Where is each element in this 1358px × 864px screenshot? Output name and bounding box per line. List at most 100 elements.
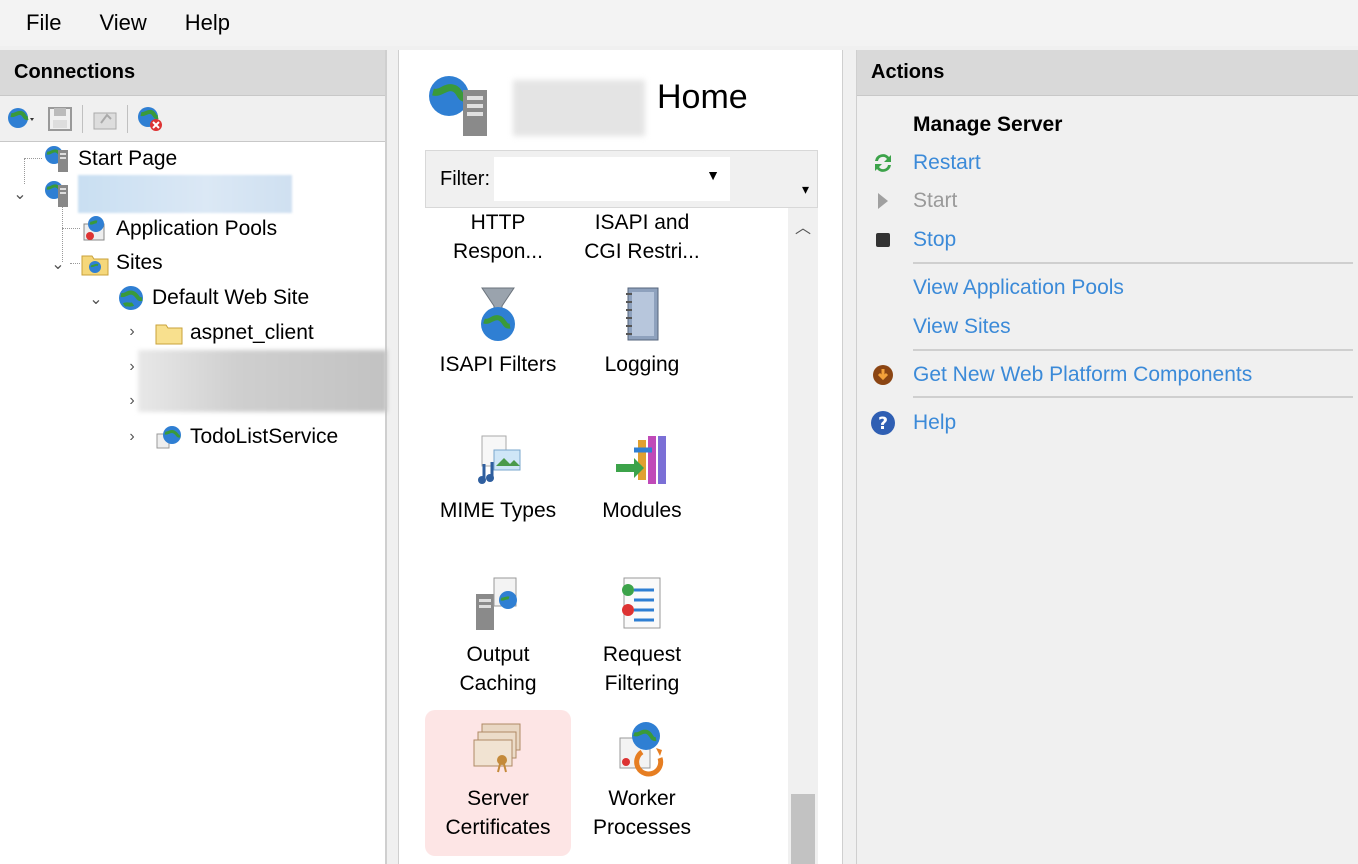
- feature-label: Request Filtering: [602, 643, 682, 695]
- tree-item-label: aspnet_client: [190, 321, 314, 344]
- filter-label: Filter:: [440, 167, 490, 190]
- feature-http-response[interactable]: HTTP Respon...: [425, 208, 571, 266]
- disconnect-icon[interactable]: [134, 103, 166, 135]
- collapse-chevron-icon[interactable]: ⌄: [88, 289, 104, 309]
- modules-icon: [616, 436, 666, 484]
- output-caching-icon: [476, 577, 517, 630]
- connections-header: Connections: [0, 50, 385, 96]
- web-application-icon: [156, 426, 181, 449]
- start-play-icon: [869, 187, 897, 215]
- server-certificates-icon: [473, 723, 521, 773]
- logging-notebook-icon: [626, 287, 659, 341]
- action-label: Get New Web Platform Components: [913, 363, 1253, 386]
- action-label: Help: [913, 411, 957, 434]
- feature-label: ISAPI Filters: [439, 353, 557, 376]
- actions-pane: Actions Manage Server Restart Start Stop…: [856, 50, 1358, 864]
- tree-item-aspnet-client[interactable]: aspnet_client: [154, 316, 314, 350]
- restart-icon: [869, 149, 897, 177]
- tree-item-application-pools[interactable]: Application Pools: [80, 212, 277, 246]
- toolbar-separator: [127, 104, 128, 133]
- feature-server-certificates[interactable]: Server Certificates: [425, 710, 571, 856]
- feature-label: Logging: [604, 353, 680, 376]
- menu-file[interactable]: File: [26, 10, 61, 36]
- tree-line: [24, 158, 42, 159]
- scroll-up-chevron-icon[interactable]: ︿: [795, 214, 811, 238]
- dropdown-arrow-icon[interactable]: ▼: [706, 167, 720, 183]
- tree-item-label: Application Pools: [116, 217, 278, 240]
- feature-label: ISAPI and CGI Restri...: [584, 211, 700, 263]
- feature-request-filtering[interactable]: Request Filtering: [569, 574, 715, 698]
- features-grid: HTTP Respon... ISAPI and CGI Restri... I…: [425, 208, 788, 864]
- tree-item-start-page[interactable]: Start Page: [42, 142, 177, 176]
- tree-item-label: TodoListService: [190, 425, 339, 448]
- feature-output-caching[interactable]: Output Caching: [425, 574, 571, 698]
- feature-label: MIME Types: [439, 499, 557, 522]
- action-label: Stop: [913, 228, 957, 251]
- save-icon[interactable]: [44, 103, 76, 135]
- actions-separator: [913, 349, 1353, 351]
- help-question-icon: ?: [869, 409, 897, 437]
- filter-bar: Filter: ▼ ▾: [425, 150, 818, 208]
- collapse-chevron-icon[interactable]: ⌄: [50, 254, 66, 274]
- action-label: Start: [913, 189, 958, 212]
- menu-help[interactable]: Help: [185, 10, 230, 36]
- action-label: View Application Pools: [913, 276, 1124, 299]
- tree-item-todolistservice[interactable]: TodoListService: [154, 420, 338, 454]
- feature-label: HTTP Respon...: [453, 211, 543, 263]
- actions-separator: [913, 262, 1353, 264]
- tree-line: [62, 228, 80, 229]
- action-label: View Sites: [913, 315, 1011, 338]
- download-icon: [869, 361, 897, 389]
- connect-globe-icon[interactable]: [6, 103, 38, 135]
- feature-label: Worker Processes: [592, 787, 692, 839]
- tree-item-label: Start Page: [78, 147, 178, 170]
- features-pane: Home Filter: ▼ ▾ HTTP Respon... ISAPI an…: [398, 50, 843, 864]
- globe-icon: [119, 286, 143, 310]
- features-scrollbar[interactable]: ︿: [788, 208, 818, 864]
- redacted-server-name: [513, 80, 645, 136]
- expand-chevron-icon[interactable]: ›: [124, 323, 140, 341]
- feature-label: Server Certificates: [445, 787, 551, 839]
- tree-item-server[interactable]: [42, 177, 78, 211]
- scrollbar-thumb[interactable]: [791, 794, 815, 864]
- tree-item-label: Default Web Site: [152, 286, 310, 309]
- tree-line: [70, 263, 80, 264]
- actions-header: Actions: [857, 50, 1358, 96]
- connections-toolbar: [0, 96, 385, 142]
- feature-isapi-filters[interactable]: ISAPI Filters: [425, 284, 571, 379]
- folder-icon: [155, 324, 183, 345]
- connections-pane: Connections Start Page ⌄ Application Poo…: [0, 50, 387, 864]
- expand-chevron-icon[interactable]: ›: [124, 428, 140, 446]
- stop-square-icon: [869, 226, 897, 254]
- filter-input[interactable]: ▼: [494, 157, 730, 201]
- request-filtering-icon: [622, 577, 661, 629]
- server-icon: [45, 181, 68, 207]
- menu-bar: File View Help: [0, 0, 1358, 46]
- feature-mime-types[interactable]: MIME Types: [425, 430, 571, 525]
- worker-processes-icon: [619, 722, 664, 777]
- start-page-icon: [45, 146, 68, 172]
- svg-text:?: ?: [878, 414, 888, 434]
- feature-label: Output Caching: [459, 643, 537, 695]
- application-pools-icon: [83, 216, 105, 241]
- collapse-chevron-icon[interactable]: ⌄: [12, 184, 28, 204]
- section-title: Manage Server: [913, 113, 1063, 136]
- overflow-icon[interactable]: ▾: [802, 181, 809, 198]
- feature-label: Modules: [602, 499, 682, 522]
- redacted-tree-items: [138, 350, 387, 412]
- mime-types-icon: [478, 435, 521, 484]
- tree-item-sites[interactable]: Sites: [80, 246, 163, 280]
- feature-modules[interactable]: Modules: [569, 430, 715, 525]
- isapi-filter-icon: [481, 287, 515, 341]
- up-folder-icon[interactable]: [89, 103, 121, 135]
- feature-isapi-cgi[interactable]: ISAPI and CGI Restri...: [569, 208, 715, 266]
- tree-line: [24, 158, 25, 184]
- feature-worker-processes[interactable]: Worker Processes: [569, 718, 715, 842]
- toolbar-separator: [82, 104, 83, 133]
- sites-folder-icon: [81, 255, 109, 276]
- menu-view[interactable]: View: [99, 10, 146, 36]
- feature-logging[interactable]: Logging: [569, 284, 715, 379]
- server-home-icon: [429, 76, 487, 136]
- tree-item-default-web-site[interactable]: Default Web Site: [116, 281, 309, 315]
- actions-separator: [913, 396, 1353, 398]
